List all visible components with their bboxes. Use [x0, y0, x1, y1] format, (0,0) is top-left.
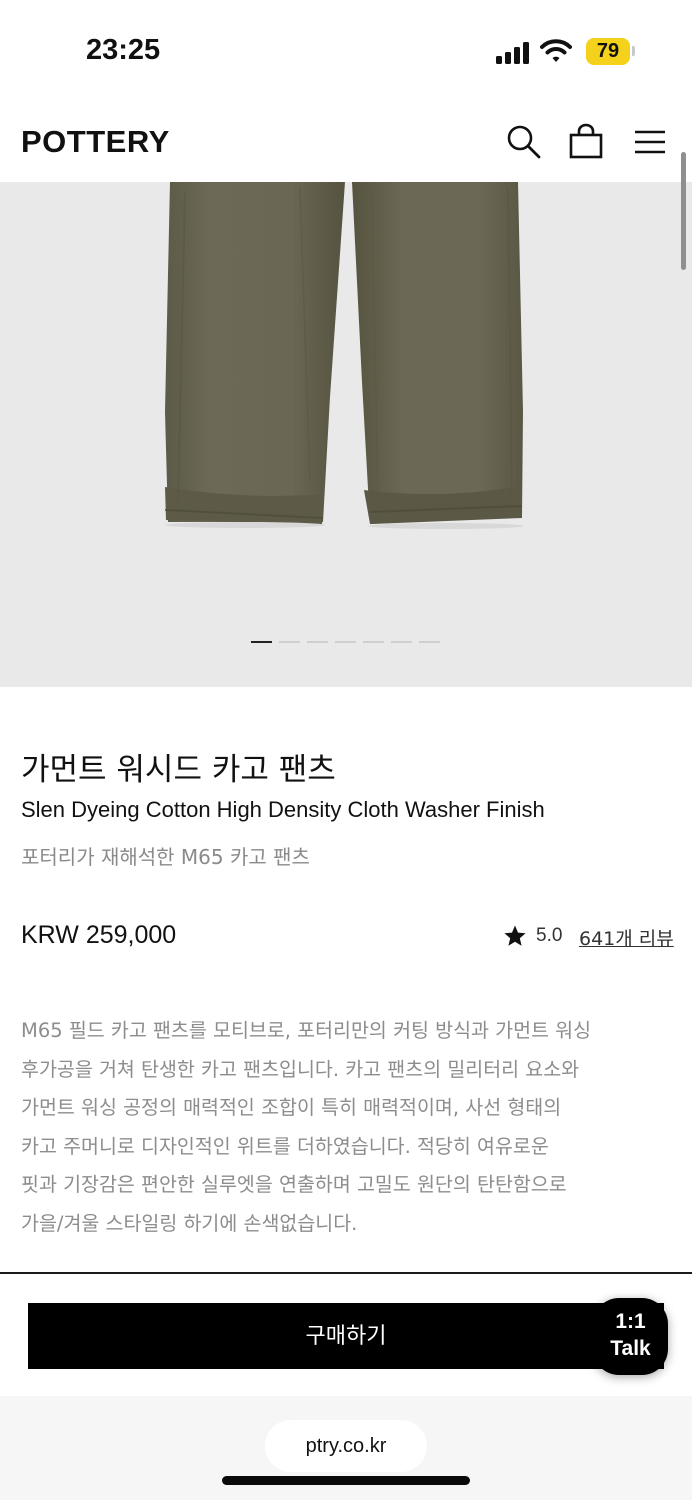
battery-icon: 79 — [586, 38, 630, 65]
home-indicator[interactable] — [222, 1476, 470, 1485]
description-line: 카고 주머니로 디자인적인 위트를 더하였습니다. 적당히 여유로운 — [21, 1134, 549, 1158]
description-line: 가먼트 워싱 공정의 매력적인 조합이 특히 매력적이며, 사선 형태의 — [21, 1096, 562, 1119]
chat-talk-button[interactable]: 1:1 Talk — [593, 1298, 668, 1375]
gallery-dot[interactable] — [251, 641, 272, 643]
product-description: M65 필드 카고 팬츠를 모티브로, 포터리만의 커팅 방식과 가먼트 워싱 … — [21, 1012, 677, 1243]
product-image-gallery[interactable] — [0, 182, 692, 687]
description-line: 핏과 기장감은 편안한 실루엣을 연출하며 고밀도 원단의 탄탄함으로 — [21, 1173, 567, 1196]
description-line: 가을/겨울 스타일링 하기에 손색없습니다. — [21, 1211, 358, 1235]
gallery-dot[interactable] — [419, 641, 440, 643]
star-icon — [504, 925, 526, 946]
gallery-dot[interactable] — [335, 641, 356, 643]
search-icon[interactable] — [504, 122, 544, 162]
status-time: 23:25 — [86, 34, 161, 66]
brand-logo[interactable]: POTTERY — [21, 124, 170, 160]
shopping-bag-icon[interactable] — [566, 122, 606, 162]
product-image — [164, 182, 524, 529]
site-header: POTTERY — [0, 100, 692, 182]
buy-button[interactable]: 구매하기 — [28, 1303, 664, 1369]
gallery-dot[interactable] — [307, 641, 328, 643]
status-bar: 23:25 79 — [0, 0, 692, 100]
cellular-signal-icon — [496, 42, 532, 64]
battery-level: 79 — [596, 40, 620, 62]
description-line: M65 필드 카고 팬츠를 모티브로, 포터리만의 커팅 방식과 가먼트 워싱 — [21, 1019, 592, 1042]
page-scrollbar[interactable] — [681, 152, 686, 270]
wifi-icon — [540, 39, 572, 62]
browser-bottom-bar: ptry.co.kr — [0, 1396, 692, 1500]
hamburger-menu-icon[interactable] — [631, 122, 671, 162]
product-subtitle-english: Slen Dyeing Cotton High Density Cloth Wa… — [21, 797, 545, 822]
description-line: 후가공을 거쳐 탄생한 카고 팬츠입니다. 카고 팬츠의 밀리터리 요소와 — [21, 1057, 580, 1081]
gallery-dot[interactable] — [391, 641, 412, 643]
talk-label-line2: Talk — [610, 1337, 651, 1360]
talk-label-line1: 1:1 — [615, 1310, 646, 1333]
section-divider — [0, 1272, 692, 1274]
product-price: KRW 259,000 — [21, 921, 177, 949]
rating-value: 5.0 — [536, 925, 563, 946]
product-title: 가먼트 워시드 카고 팬츠 — [21, 752, 336, 788]
product-tagline: 포터리가 재해석한 M65 카고 팬츠 — [21, 845, 310, 869]
review-count-link[interactable]: 641개 리뷰 — [579, 924, 674, 951]
battery-cap — [632, 46, 635, 56]
gallery-dot[interactable] — [363, 641, 384, 643]
gallery-dot[interactable] — [279, 641, 300, 643]
browser-address-bar[interactable]: ptry.co.kr — [265, 1420, 427, 1472]
